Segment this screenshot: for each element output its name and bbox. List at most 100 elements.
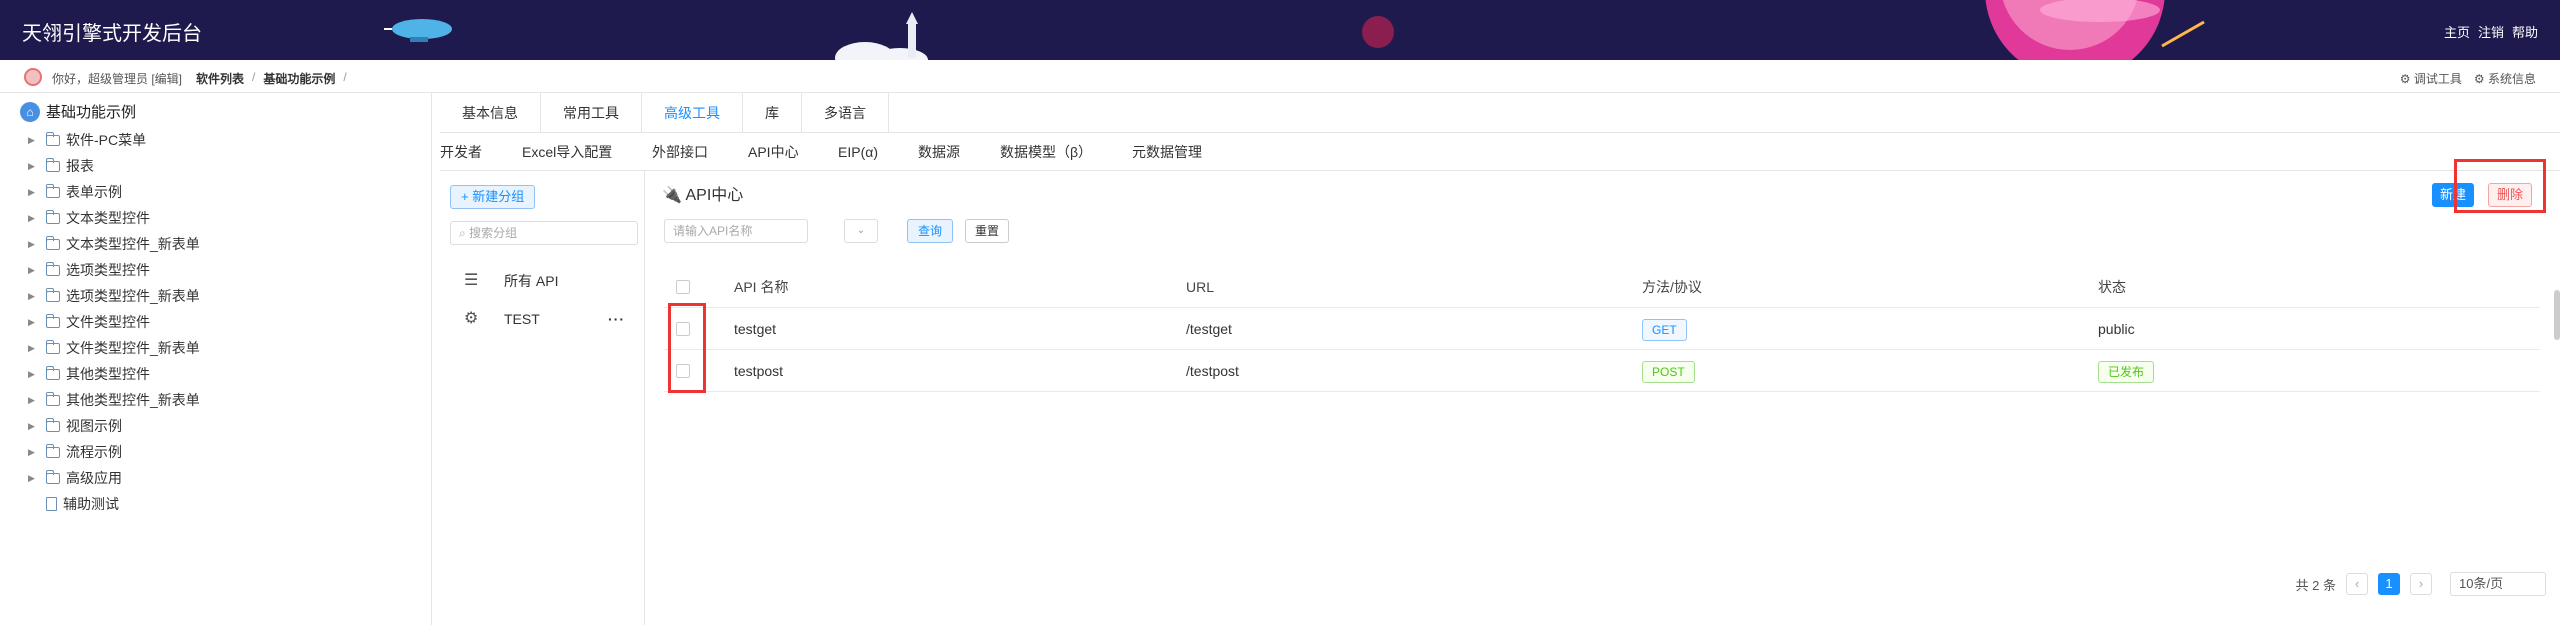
tree-item[interactable]: ▶ 其他类型控件	[28, 361, 200, 387]
header-status: 状态	[2098, 279, 2126, 295]
nav-help-link[interactable]: 帮助	[2512, 22, 2538, 41]
chevron-right-icon[interactable]: ▶	[28, 309, 40, 335]
chevron-right-icon[interactable]: ▶	[28, 465, 40, 491]
group-item-all[interactable]: ☰ 所有 API	[440, 262, 645, 300]
table-header-row: API 名称 URL 方法/协议 状态	[664, 266, 2540, 308]
sub-tabs: 开发者 Excel导入配置 外部接口 API中心 EIP(α) 数据源 数据模型…	[440, 133, 2560, 171]
tree-item-label: 流程示例	[66, 444, 122, 460]
tree-item[interactable]: ▶ 其他类型控件_新表单	[28, 387, 200, 413]
select-all-checkbox[interactable]	[676, 280, 690, 294]
tree-item[interactable]: ▶ 选项类型控件	[28, 257, 200, 283]
airship-decoration	[384, 19, 452, 42]
breadcrumb-separator: /	[252, 70, 256, 84]
subbar-tools: 调试工具 系统信息	[2400, 70, 2536, 87]
more-options-icon[interactable]: ···	[608, 300, 625, 338]
tree-item-label: 辅助测试	[63, 496, 119, 512]
avatar[interactable]	[24, 68, 42, 86]
plug-icon: 🔌	[662, 187, 682, 204]
tab-common-tools[interactable]: 常用工具	[541, 93, 642, 133]
tree-item[interactable]: ▶ 文件类型控件	[28, 309, 200, 335]
chevron-right-icon[interactable]: ▶	[28, 439, 40, 465]
debug-tool-link[interactable]: 调试工具	[2400, 70, 2462, 87]
subtab-developer[interactable]: 开发者	[440, 133, 522, 171]
header-url: URL	[1186, 279, 1215, 295]
api-group-icon: ⚙	[464, 310, 479, 327]
prev-page-button[interactable]: ‹	[2346, 573, 2368, 595]
main-panel: 基本信息 常用工具 高级工具 库 多语言 开发者 Excel导入配置 外部接口 …	[440, 93, 2560, 625]
scrollbar[interactable]	[2554, 290, 2560, 340]
content-title: 🔌 API中心	[662, 181, 743, 205]
tree-root[interactable]: ⌂ 基础功能示例	[20, 101, 136, 122]
subtab-data-model[interactable]: 数据模型（β）	[1000, 133, 1132, 171]
page-number-button[interactable]: 1	[2378, 573, 2400, 595]
chevron-right-icon[interactable]: ▶	[28, 257, 40, 283]
tree-item-label: 其他类型控件_新表单	[66, 392, 200, 408]
tree-item[interactable]: ▶ 视图示例	[28, 413, 200, 439]
tab-basic-info[interactable]: 基本信息	[440, 93, 541, 133]
app-title: 天翎引擎式开发后台	[22, 23, 202, 45]
tree-item[interactable]: ▶ 文本类型控件	[28, 205, 200, 231]
breadcrumb-current[interactable]: 基础功能示例	[263, 70, 335, 87]
query-button[interactable]: 查询	[907, 219, 953, 243]
api-name-cell[interactable]: testget	[734, 308, 776, 350]
tree-item-label: 文本类型控件	[66, 210, 150, 226]
api-name-cell[interactable]: testpost	[734, 350, 783, 392]
chevron-right-icon[interactable]: ▶	[28, 179, 40, 205]
subtab-metadata[interactable]: 元数据管理	[1132, 133, 1252, 171]
breadcrumb-software-list[interactable]: 软件列表	[196, 70, 244, 87]
tab-advanced-tools[interactable]: 高级工具	[642, 93, 743, 133]
nav-home-link[interactable]: 主页	[2444, 22, 2470, 41]
chevron-right-icon[interactable]: ▶	[28, 335, 40, 361]
chevron-right-icon[interactable]: ▶	[28, 413, 40, 439]
tree-item[interactable]: ▶ 文件类型控件_新表单	[28, 335, 200, 361]
group-item-test[interactable]: ⚙ TEST ···	[440, 300, 645, 338]
tree-item-label: 表单示例	[66, 184, 122, 200]
subtab-excel-import[interactable]: Excel导入配置	[522, 133, 652, 171]
tab-library[interactable]: 库	[743, 93, 802, 133]
chevron-right-icon[interactable]: ▶	[28, 153, 40, 179]
folder-icon	[46, 443, 60, 458]
folder-icon	[46, 235, 60, 250]
total-count: 共 2 条	[2295, 577, 2336, 593]
tree-item[interactable]: ▶ 报表	[28, 153, 200, 179]
table-row[interactable]: testpost /testpost POST 已发布	[664, 350, 2540, 392]
tree-item-label: 文件类型控件_新表单	[66, 340, 200, 356]
content-title-text: API中心	[685, 187, 744, 204]
tab-multilanguage[interactable]: 多语言	[802, 93, 889, 133]
subtab-external-interface[interactable]: 外部接口	[652, 133, 748, 171]
subtab-eip[interactable]: EIP(α)	[838, 133, 918, 171]
group-search-input[interactable]: ⌕ 搜索分组	[450, 221, 638, 245]
chevron-right-icon[interactable]: ▶	[28, 387, 40, 413]
table-row[interactable]: testget /testget GET public	[664, 308, 2540, 350]
chevron-right-icon[interactable]: ▶	[28, 231, 40, 257]
tree-item[interactable]: 辅助测试	[28, 491, 200, 517]
tree-item[interactable]: ▶ 文本类型控件_新表单	[28, 231, 200, 257]
reset-button[interactable]: 重置	[965, 219, 1009, 243]
method-tag: GET	[1642, 319, 1687, 342]
nav-logout-link[interactable]: 注销	[2478, 22, 2504, 41]
filter-select[interactable]: ⌄	[844, 219, 878, 243]
new-group-button[interactable]: + 新建分组	[450, 185, 536, 209]
tree-item-label: 文件类型控件	[66, 314, 150, 330]
sub-header: 你好，超级管理员 [编辑] 软件列表 / 基础功能示例 / 调试工具 系统信息	[0, 60, 2560, 93]
tree-item[interactable]: ▶ 高级应用	[28, 465, 200, 491]
user-greeting[interactable]: 你好，超级管理员 [编辑]	[52, 70, 182, 87]
chevron-right-icon[interactable]: ▶	[28, 127, 40, 153]
tree-item[interactable]: ▶ 选项类型控件_新表单	[28, 283, 200, 309]
page-size-select[interactable]: 10条/页	[2450, 572, 2546, 596]
next-page-button[interactable]: ›	[2410, 573, 2432, 595]
tree-item[interactable]: ▶ 表单示例	[28, 179, 200, 205]
tree-item-label: 选项类型控件_新表单	[66, 288, 200, 304]
chevron-right-icon[interactable]: ▶	[28, 205, 40, 231]
folder-icon	[46, 157, 60, 172]
subtab-datasource[interactable]: 数据源	[918, 133, 1000, 171]
tree-item[interactable]: ▶ 软件-PC菜单	[28, 127, 200, 153]
api-method-cell: POST	[1642, 350, 1695, 392]
api-name-search-input[interactable]: 请输入API名称	[664, 219, 808, 243]
chevron-right-icon[interactable]: ▶	[28, 283, 40, 309]
api-status-cell: public	[2098, 321, 2135, 337]
chevron-right-icon[interactable]: ▶	[28, 361, 40, 387]
tree-item[interactable]: ▶ 流程示例	[28, 439, 200, 465]
system-info-link[interactable]: 系统信息	[2474, 70, 2536, 87]
subtab-api-center[interactable]: API中心	[748, 133, 838, 171]
